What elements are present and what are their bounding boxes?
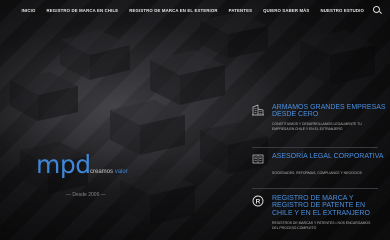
building-icon (252, 104, 264, 116)
tagline-accent: valor (114, 169, 128, 175)
feature-title: ARMAMOS GRANDES EMPRESAS DESDE CERO (272, 104, 386, 119)
divider (252, 188, 378, 189)
feature-text: SOCIEDADES, REFORMAS, COMPLIANCE Y NEGOC… (272, 171, 362, 175)
divider (252, 147, 378, 148)
svg-text:R: R (256, 198, 261, 205)
nav-item-nuestro-estudio[interactable]: NUESTRO ESTUDIO (320, 8, 364, 13)
nav-item-registro-marca-exterior[interactable]: REGISTRO DE MARCA EN EL EXTERIOR (129, 8, 217, 13)
tagline-plain: creamos (90, 169, 115, 175)
nav-item-registro-marca-chile[interactable]: REGISTRO DE MARCA EN CHILE (46, 8, 118, 13)
nav-item-quiero-saber-mas[interactable]: QUIERO SABER MÁS (263, 8, 309, 13)
feature-text: CONSTITUIMOS Y DESARROLLAMOS LEGALMENTE … (272, 122, 362, 131)
top-navigation: INICIO REGISTRO DE MARCA EN CHILE REGIST… (0, 0, 390, 20)
feature-title: ASESORÍA LEGAL CORPORATIVA (272, 153, 384, 160)
logo-mark: mpd (36, 150, 91, 179)
since-label: — Desde 2009 — (66, 192, 106, 198)
brand-logo: mpd creamos valor (36, 150, 128, 179)
nav-item-inicio[interactable]: INICIO (21, 8, 35, 13)
search-icon[interactable] (373, 5, 382, 15)
logo-tagline: creamos valor (90, 169, 128, 175)
nav-item-patentes[interactable]: PATENTES (229, 8, 252, 13)
feature-text: REGISTROS DE MARCAS Y PATENTES • NOS ENC… (272, 221, 371, 230)
registered-icon: R (252, 195, 264, 207)
book-icon (252, 154, 264, 164)
feature-title: REGISTRO DE MARCA Y REGISTRO DE PATENTE … (272, 195, 370, 217)
